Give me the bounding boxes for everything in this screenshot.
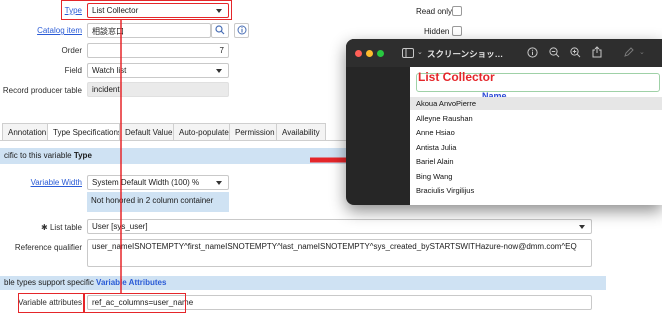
chevron-down-icon[interactable]: ⌄ <box>417 48 423 56</box>
zoom-in-icon[interactable] <box>570 47 581 58</box>
pen-icon[interactable] <box>623 47 634 58</box>
share-icon[interactable] <box>592 46 602 58</box>
close-icon[interactable] <box>355 50 362 57</box>
list-item[interactable]: Bing Wang <box>416 172 452 181</box>
list-item[interactable]: Anne Hsiao <box>416 128 455 137</box>
sidebar-icon[interactable] <box>402 48 414 58</box>
chevron-down-icon[interactable]: ⌄ <box>639 48 645 56</box>
preview-window[interactable]: ⌄ スクリーンショッ… ⌄ List Collector Name Akoua … <box>346 39 662 205</box>
minimize-icon[interactable] <box>366 50 373 57</box>
list-item[interactable]: Braciulis Virgilijus <box>416 186 474 195</box>
preview-heading: List Collector <box>418 70 495 84</box>
window-title: スクリーンショッ… <box>427 49 504 59</box>
list-item[interactable]: Antista Julia <box>416 143 456 152</box>
preview-content: List Collector Name Akoua AnvoPierre All… <box>410 67 662 205</box>
list-item[interactable]: Akoua AnvoPierre <box>416 99 476 108</box>
zoom-out-icon[interactable] <box>549 47 560 58</box>
list-item[interactable]: Alleyne Raushan <box>416 114 473 123</box>
maximize-icon[interactable] <box>377 50 384 57</box>
list-item[interactable]: Bariel Alain <box>416 157 454 166</box>
window-titlebar <box>346 39 662 67</box>
info-icon[interactable] <box>527 47 538 58</box>
